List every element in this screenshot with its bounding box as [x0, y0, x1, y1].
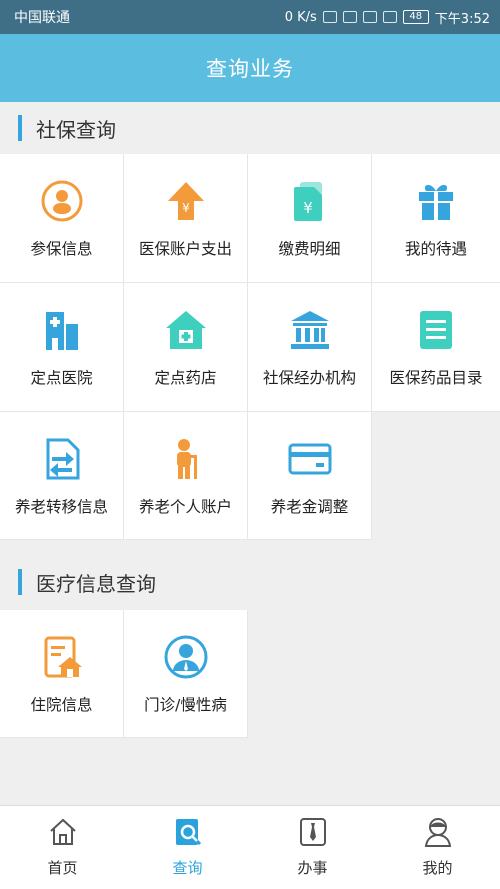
carrier-name: 中国联通	[14, 10, 70, 26]
tile-label: 医保药品目录	[389, 369, 483, 387]
signal-icon	[382, 11, 397, 23]
tile-inpatient-info[interactable]: 住院信息	[0, 610, 124, 738]
tile-drug-catalog[interactable]: 医保药品目录	[372, 283, 500, 412]
social-security-grid: 参保信息 ¥ 医保账户支出 ¥ 缴费明细 我的待遇 定点医院 定点药店 社保经办…	[0, 154, 500, 540]
page-title: 查询业务	[206, 57, 294, 81]
yen-up-arrow-icon: ¥	[162, 177, 210, 225]
tile-my-benefits[interactable]: 我的待遇	[372, 154, 500, 283]
doctor-avatar-icon	[162, 633, 210, 681]
transfer-document-icon	[38, 435, 86, 483]
nav-label: 首页	[47, 859, 78, 877]
gift-icon	[412, 177, 460, 225]
pharmacy-house-icon	[162, 306, 210, 354]
tile-label: 定点医院	[30, 369, 93, 387]
nav-home[interactable]: 首页	[0, 806, 125, 889]
hospital-icon	[38, 306, 86, 354]
svg-text:¥: ¥	[182, 201, 190, 215]
section-header-medical-info: 医疗信息查询	[0, 556, 500, 608]
bottom-nav: 首页 查询 办事 我的	[0, 805, 500, 889]
nfc-icon	[342, 11, 357, 23]
search-document-icon	[173, 817, 203, 851]
tile-social-security-agency[interactable]: 社保经办机构	[248, 283, 372, 412]
tile-label: 缴费明细	[278, 240, 341, 258]
section-accent-bar	[18, 569, 22, 595]
institution-building-icon	[286, 306, 334, 354]
tile-insurance-info[interactable]: 参保信息	[0, 154, 124, 283]
tile-label: 医保账户支出	[138, 240, 232, 258]
app-header: 查询业务	[0, 34, 500, 102]
tile-label: 定点药店	[154, 369, 217, 387]
person-circle-icon	[38, 177, 86, 225]
tile-pension-transfer-info[interactable]: 养老转移信息	[0, 412, 124, 540]
status-icons: 0 K/s 48 下午3:52	[285, 8, 490, 27]
alarm-icon	[362, 11, 377, 23]
tile-pension-adjustment[interactable]: 养老金调整	[248, 412, 372, 540]
elderly-person-icon	[162, 435, 210, 483]
tile-label: 我的待遇	[404, 240, 467, 258]
list-document-icon	[412, 306, 460, 354]
section-accent-bar	[18, 115, 22, 141]
tile-pension-personal-account[interactable]: 养老个人账户	[124, 412, 248, 540]
bluetooth-icon	[322, 11, 337, 23]
battery-indicator: 48	[402, 10, 429, 24]
section-header-social-security: 社保查询	[0, 102, 500, 154]
network-speed: 0 K/s	[284, 9, 317, 25]
user-icon	[423, 817, 453, 851]
tile-medical-account-expense[interactable]: ¥ 医保账户支出	[124, 154, 248, 283]
home-icon	[48, 817, 78, 851]
clock: 下午3:52	[434, 11, 490, 27]
tile-label: 社保经办机构	[262, 369, 356, 387]
tile-label: 养老转移信息	[14, 497, 108, 516]
tile-label: 住院信息	[30, 695, 93, 714]
tile-payment-details[interactable]: ¥ 缴费明细	[248, 154, 372, 283]
tile-label: 门诊/慢性病	[144, 695, 227, 714]
tile-label: 参保信息	[30, 240, 93, 258]
medical-info-grid: 住院信息 门诊/慢性病	[0, 610, 500, 738]
yen-document-icon: ¥	[286, 177, 334, 225]
tile-label: 养老金调整	[270, 497, 349, 516]
nav-services[interactable]: 办事	[250, 806, 375, 889]
nav-mine[interactable]: 我的	[375, 806, 500, 889]
tile-designated-hospital[interactable]: 定点医院	[0, 283, 124, 412]
tile-outpatient-chronic[interactable]: 门诊/慢性病	[124, 610, 248, 738]
tie-icon	[298, 817, 328, 851]
tile-label: 养老个人账户	[138, 497, 232, 516]
tile-empty	[248, 610, 500, 738]
status-bar: 中国联通 0 K/s 48 下午3:52	[0, 0, 500, 34]
section-title: 社保查询	[36, 117, 116, 142]
bank-card-icon	[286, 435, 334, 483]
nav-label: 查询	[172, 859, 203, 877]
nav-label: 办事	[297, 859, 328, 877]
nav-query[interactable]: 查询	[125, 806, 250, 889]
svg-text:¥: ¥	[303, 199, 313, 217]
tile-empty	[372, 412, 500, 540]
nav-label: 我的	[422, 859, 453, 877]
tile-designated-pharmacy[interactable]: 定点药店	[124, 283, 248, 412]
section-title: 医疗信息查询	[36, 571, 156, 596]
inpatient-document-icon	[38, 633, 86, 681]
